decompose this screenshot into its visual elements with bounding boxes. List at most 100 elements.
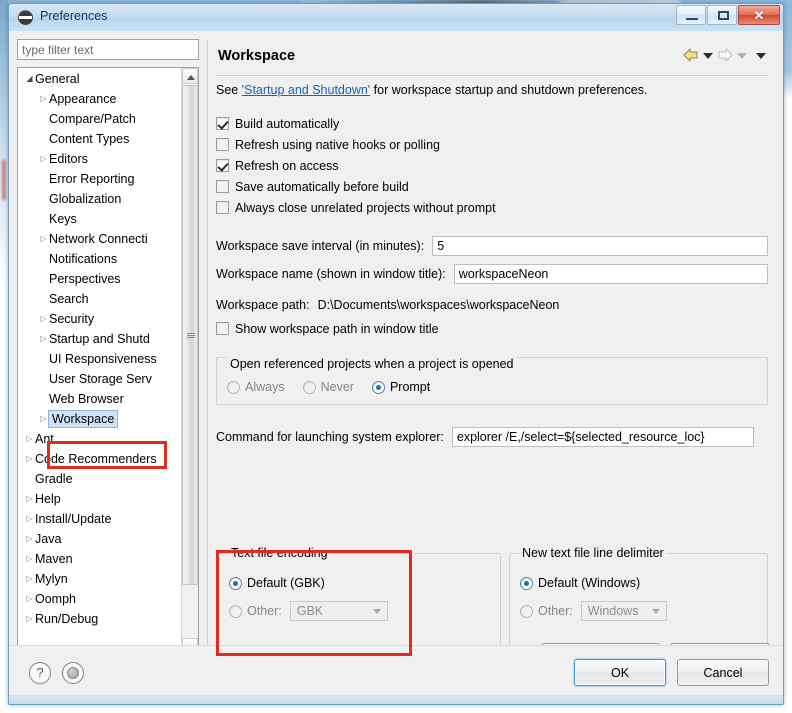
close-button[interactable]: ✕ xyxy=(738,5,780,25)
checkbox-row[interactable]: Refresh on access xyxy=(216,155,768,176)
checkbox-row[interactable]: Always close unrelated projects without … xyxy=(216,197,768,218)
delimiter-other-row[interactable]: Other: Windows xyxy=(520,601,757,621)
startup-shutdown-link[interactable]: 'Startup and Shutdown' xyxy=(242,83,370,97)
checkbox-row[interactable]: Save automatically before build xyxy=(216,176,768,197)
save-interval-input[interactable] xyxy=(432,236,768,256)
explorer-command-input[interactable] xyxy=(451,427,754,447)
tree-expand-collapsed-icon[interactable]: ▷ xyxy=(24,489,35,509)
checkbox-build-automatically[interactable] xyxy=(216,117,229,130)
workspace-name-input[interactable] xyxy=(453,264,768,284)
tree-expand-open-icon[interactable]: ◢ xyxy=(24,69,35,89)
tree-scrollbar-thumb[interactable] xyxy=(182,85,198,585)
encoding-other-radio[interactable] xyxy=(229,604,242,618)
tree-expand-collapsed-icon[interactable]: ▷ xyxy=(24,609,35,629)
tree-expand-collapsed-icon[interactable]: ▷ xyxy=(24,569,35,589)
sidebar-item-editors[interactable]: ▷ Editors xyxy=(18,148,182,168)
delimiter-default-row[interactable]: Default (Windows) xyxy=(520,576,757,590)
referenced-projects-option[interactable]: Never xyxy=(302,380,354,394)
back-arrow-icon[interactable] xyxy=(682,47,700,63)
sidebar-item-label: Perspectives xyxy=(49,271,121,286)
sidebar-item-search[interactable]: Search xyxy=(18,288,182,308)
tree-expand-collapsed-icon[interactable]: ▷ xyxy=(24,549,35,569)
show-path-checkbox[interactable] xyxy=(216,322,229,335)
referenced-projects-option[interactable]: Prompt xyxy=(371,380,430,394)
description-suffix: for workspace startup and shutdown prefe… xyxy=(370,83,648,97)
maximize-button[interactable] xyxy=(707,5,737,25)
sidebar-item-help[interactable]: ▷ Help xyxy=(18,488,182,508)
checkbox-refresh-on-access[interactable] xyxy=(216,159,229,172)
checkbox-save-automatically-before-build[interactable] xyxy=(216,180,229,193)
circle-icon[interactable] xyxy=(62,662,84,684)
sidebar-item-ant[interactable]: ▷ Ant xyxy=(18,428,182,448)
tree-expand-collapsed-icon[interactable]: ▷ xyxy=(38,309,49,329)
referenced-projects-option[interactable]: Always xyxy=(227,380,285,394)
sidebar-item-web-browser[interactable]: Web Browser xyxy=(18,388,182,408)
checkbox-row[interactable]: Build automatically xyxy=(216,113,768,134)
encoding-other-row[interactable]: Other: GBK xyxy=(229,601,490,621)
preferences-icon xyxy=(18,10,33,25)
sidebar-item-install-update[interactable]: ▷ Install/Update xyxy=(18,508,182,528)
help-icon[interactable]: ? xyxy=(29,662,51,684)
tree-vertical-scrollbar[interactable] xyxy=(181,68,198,654)
sidebar-item-content-types[interactable]: Content Types xyxy=(18,128,182,148)
sidebar-item-java[interactable]: ▷ Java xyxy=(18,528,182,548)
encoding-default-row[interactable]: Default (GBK) xyxy=(229,576,490,590)
delimiter-other-radio[interactable] xyxy=(520,604,533,618)
sidebar-item-security[interactable]: ▷ Security xyxy=(18,308,182,328)
tree-expand-collapsed-icon[interactable]: ▷ xyxy=(24,529,35,549)
tree-expand-collapsed-icon[interactable]: ▷ xyxy=(24,509,35,529)
delimiter-other-value: Windows xyxy=(587,604,639,618)
ok-button[interactable]: OK xyxy=(574,659,666,686)
filter-input[interactable] xyxy=(17,39,199,60)
workspace-name-row: Workspace name (shown in window title): xyxy=(216,264,768,284)
sidebar-item-ui-responsiveness[interactable]: UI Responsiveness xyxy=(18,348,182,368)
sidebar-item-user-storage-serv[interactable]: User Storage Serv xyxy=(18,368,182,388)
sidebar-item-error-reporting[interactable]: Error Reporting xyxy=(18,168,182,188)
delimiter-default-radio[interactable] xyxy=(520,576,533,590)
sidebar-item-appearance[interactable]: ▷ Appearance xyxy=(18,88,182,108)
show-path-checkbox-row[interactable]: Show workspace path in window title xyxy=(216,318,768,339)
sidebar-item-keys[interactable]: Keys xyxy=(18,208,182,228)
sidebar-item-globalization[interactable]: Globalization xyxy=(18,188,182,208)
preferences-tree[interactable]: ◢ General ▷ Appearance Compare/Patch Conten… xyxy=(17,67,199,655)
sidebar-item-perspectives[interactable]: Perspectives xyxy=(18,268,182,288)
tree-expand-collapsed-icon[interactable]: ▷ xyxy=(24,589,35,609)
checkbox-row[interactable]: Refresh using native hooks or polling xyxy=(216,134,768,155)
line-delimiter-title: New text file line delimiter xyxy=(519,546,667,560)
sidebar-item-general[interactable]: ◢ General xyxy=(18,68,182,88)
sidebar-item-code-recommenders[interactable]: ▷ Code Recommenders xyxy=(18,448,182,468)
sidebar-item-compare-patch[interactable]: Compare/Patch xyxy=(18,108,182,128)
sidebar-item-gradle[interactable]: Gradle xyxy=(18,468,182,488)
sidebar-item-maven[interactable]: ▷ Maven xyxy=(18,548,182,568)
save-interval-row: Workspace save interval (in minutes): xyxy=(216,236,768,256)
sidebar-item-mylyn[interactable]: ▷ Mylyn xyxy=(18,568,182,588)
scroll-up-arrow-icon[interactable] xyxy=(182,68,198,84)
delimiter-other-select[interactable]: Windows xyxy=(580,601,667,621)
sidebar-item-run-debug[interactable]: ▷ Run/Debug xyxy=(18,608,182,628)
page-menu-caret-icon[interactable] xyxy=(756,53,766,59)
tree-expand-collapsed-icon[interactable]: ▷ xyxy=(38,229,49,249)
sidebar-item-startup-and-shutd[interactable]: ▷ Startup and Shutd xyxy=(18,328,182,348)
sidebar-item-notifications[interactable]: Notifications xyxy=(18,248,182,268)
radio-never[interactable] xyxy=(302,380,316,394)
sidebar-item-workspace[interactable]: ▷ Workspace xyxy=(18,408,182,428)
sidebar-item-label: User Storage Serv xyxy=(49,371,152,386)
checkbox-always-close-unrelated-projects-without-prompt[interactable] xyxy=(216,201,229,214)
radio-always[interactable] xyxy=(227,380,240,394)
explorer-command-row: Command for launching system explorer: xyxy=(216,427,768,447)
sidebar-item-oomph[interactable]: ▷ Oomph xyxy=(18,588,182,608)
checkbox-refresh-using-native-hooks-or-polling[interactable] xyxy=(216,138,229,151)
sidebar-item-label: Keys xyxy=(49,211,77,226)
sidebar-item-network-connecti[interactable]: ▷ Network Connecti xyxy=(18,228,182,248)
back-dropdown-caret-icon[interactable] xyxy=(703,53,713,59)
encoding-other-select[interactable]: GBK xyxy=(289,601,388,621)
tree-expand-collapsed-icon[interactable]: ▷ xyxy=(24,449,35,469)
encoding-default-radio[interactable] xyxy=(229,576,242,590)
minimize-button[interactable] xyxy=(676,5,706,25)
tree-expand-collapsed-icon[interactable]: ▷ xyxy=(38,149,49,169)
tree-expand-collapsed-icon[interactable]: ▷ xyxy=(24,429,35,449)
cancel-button[interactable]: Cancel xyxy=(677,659,769,686)
tree-expand-collapsed-icon[interactable]: ▷ xyxy=(38,89,49,109)
radio-prompt[interactable] xyxy=(371,380,385,394)
tree-expand-collapsed-icon[interactable]: ▷ xyxy=(38,329,49,349)
